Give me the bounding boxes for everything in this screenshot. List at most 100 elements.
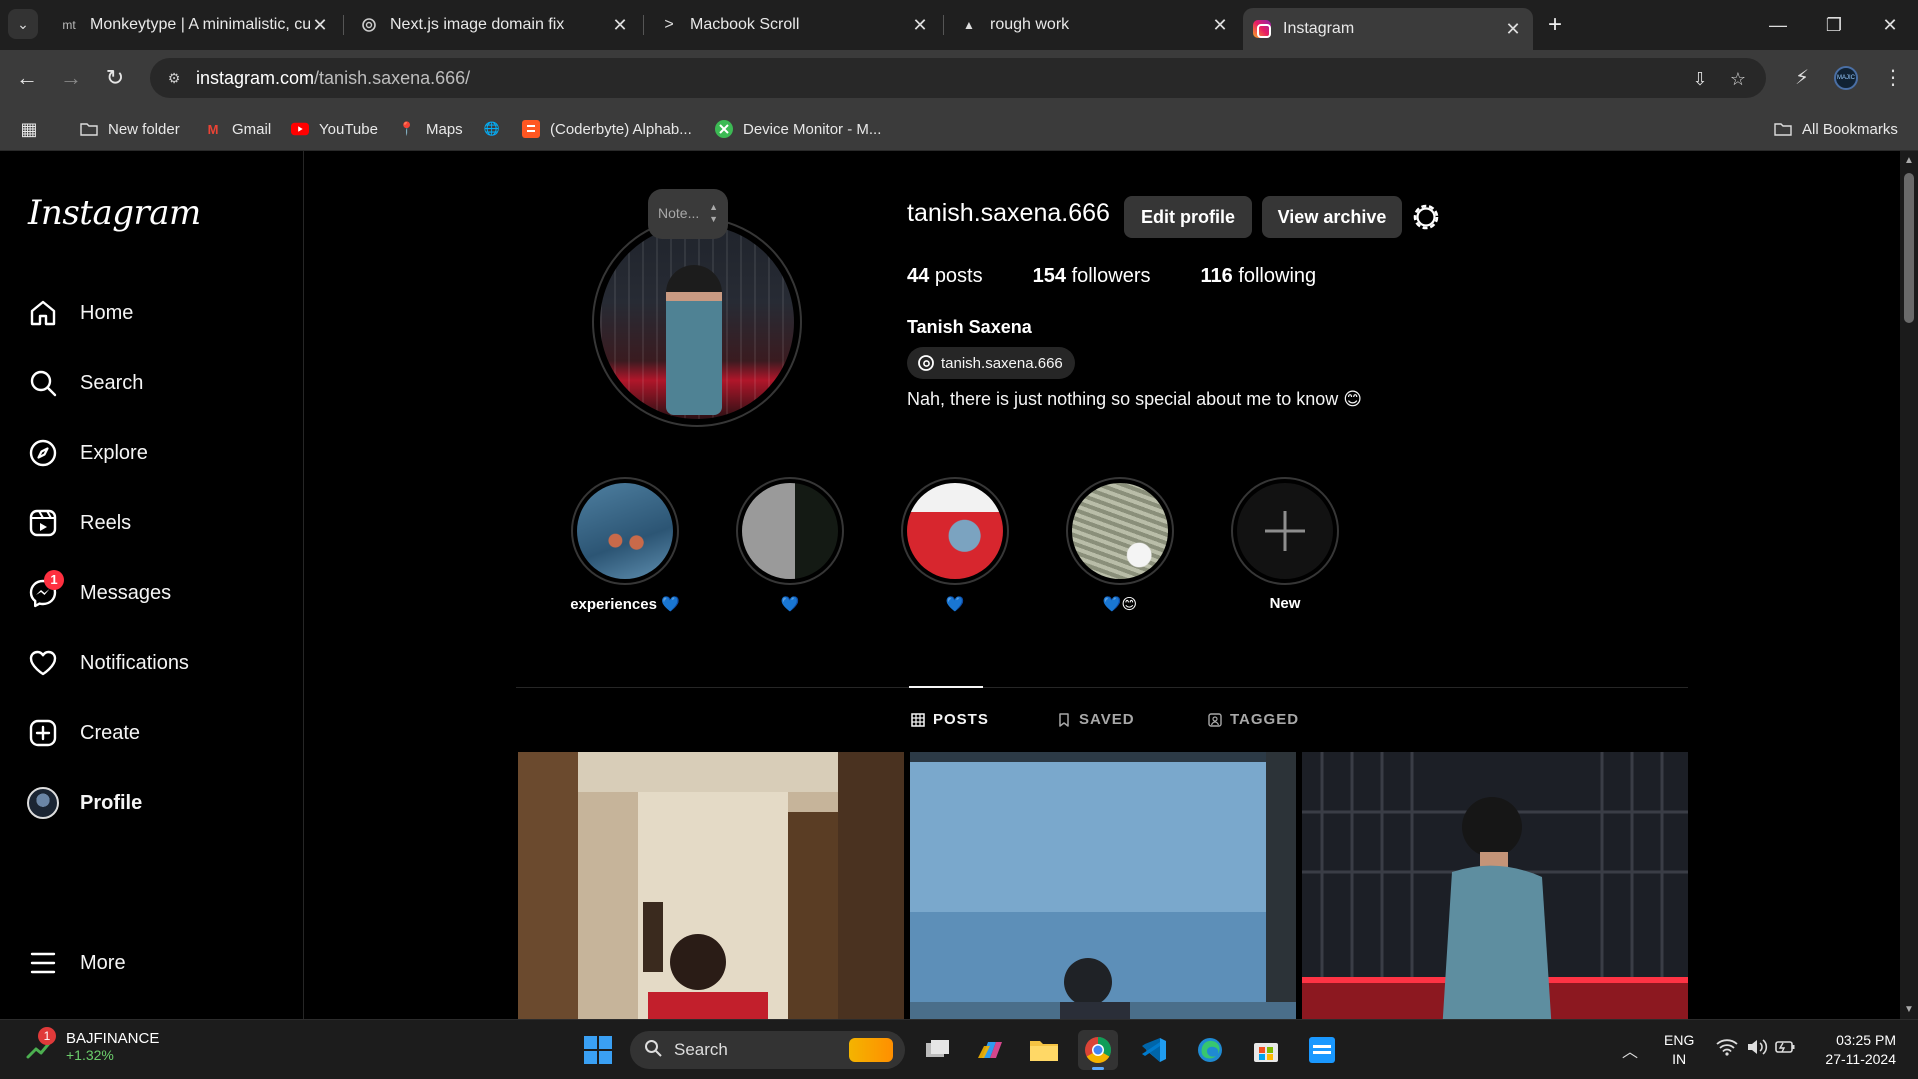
nav-create[interactable]: Create (26, 711, 286, 755)
extensions-icon[interactable]: ⚡ (1787, 63, 1817, 93)
highlight-image (742, 483, 838, 579)
posts-count[interactable]: 44 posts (907, 265, 983, 288)
post-thumbnail[interactable] (910, 752, 1296, 1019)
battery-icon[interactable] (1774, 1038, 1796, 1061)
address-bar[interactable]: ⚙ instagram.com/tanish.saxena.666/ ⇩ ☆ (150, 58, 1766, 98)
plus-square-icon (26, 716, 60, 750)
nav-label: Profile (80, 791, 143, 814)
bookmark-label: Maps (426, 120, 463, 138)
microsoft-store-icon[interactable] (1246, 1030, 1286, 1070)
close-icon[interactable]: ✕ (1503, 19, 1523, 40)
nav-search[interactable]: Search (26, 361, 286, 405)
install-app-icon[interactable]: ⇩ (1688, 67, 1712, 91)
post-thumbnail[interactable] (1302, 752, 1688, 1019)
following-count[interactable]: 116 following (1200, 265, 1316, 288)
stock-change: +1.32% (66, 1047, 114, 1063)
restore-button[interactable]: ❐ (1810, 10, 1858, 40)
nav-more[interactable]: More (26, 941, 286, 985)
vscode-icon[interactable] (1134, 1030, 1174, 1070)
highlight-4[interactable]: 💙😊 (1055, 477, 1185, 613)
view-archive-button[interactable]: View archive (1262, 196, 1402, 238)
scroll-up-icon[interactable]: ▲ (1900, 155, 1918, 166)
nav-profile[interactable]: Profile (26, 781, 286, 825)
browser-tabstrip: ⌄ mt Monkeytype | A minimalistic, cu ✕ N… (0, 0, 1918, 50)
edit-profile-button[interactable]: Edit profile (1124, 196, 1252, 238)
profile-avatar[interactable]: MAJIC (1834, 66, 1858, 90)
tab-label: SAVED (1079, 711, 1135, 728)
search-label: Search (674, 1040, 728, 1059)
tab-search-button[interactable]: ⌄ (8, 9, 38, 39)
nav-reels[interactable]: Reels (26, 501, 286, 545)
followers-count[interactable]: 154 followers (1033, 265, 1151, 288)
nav-messages[interactable]: 1 Messages (26, 570, 286, 615)
copilot-icon[interactable] (970, 1030, 1010, 1070)
nav-label: Create (80, 721, 141, 744)
close-icon[interactable]: ✕ (910, 15, 930, 36)
nav-label: Home (80, 301, 134, 324)
forward-button[interactable]: → (56, 63, 86, 93)
threads-link[interactable]: tanish.saxena.666 (907, 347, 1075, 379)
taskbar-search[interactable]: Search (630, 1031, 905, 1069)
note-bubble[interactable]: Note... ▲ ▼ (648, 189, 728, 239)
close-window-button[interactable]: ✕ (1866, 10, 1914, 40)
post-thumbnail[interactable] (518, 752, 904, 1019)
tab-separator (343, 15, 344, 35)
highlight-2[interactable]: 💙 (725, 477, 855, 613)
bookmark-youtube[interactable]: YouTube (291, 118, 378, 140)
tab-tagged[interactable]: TAGGED (1208, 711, 1299, 728)
nav-notifications[interactable]: Notifications (26, 641, 286, 685)
profile-picture[interactable] (592, 217, 802, 427)
nav-home[interactable]: Home (26, 291, 286, 335)
system-clock[interactable]: 03:25 PM 27-11-2024 (1800, 1031, 1896, 1069)
close-icon[interactable]: ✕ (1210, 15, 1230, 36)
task-view-icon[interactable] (918, 1030, 958, 1070)
volume-icon[interactable] (1746, 1038, 1768, 1061)
language-indicator[interactable]: ENG IN (1664, 1031, 1694, 1069)
close-icon[interactable]: ✕ (310, 15, 330, 36)
all-bookmarks[interactable]: All Bookmarks (1774, 118, 1898, 140)
file-explorer-icon[interactable] (1024, 1030, 1064, 1070)
bookmark-gmail[interactable]: M Gmail (204, 118, 272, 140)
tab-instagram[interactable]: Instagram ✕ (1243, 8, 1533, 50)
settings-gear-icon[interactable] (1409, 200, 1443, 234)
apps-grid-icon[interactable]: ▦ (20, 118, 48, 140)
site-info-icon[interactable]: ⚙ (164, 68, 184, 88)
prime-video-icon[interactable] (1302, 1030, 1342, 1070)
tabs-divider (516, 687, 1688, 688)
close-icon[interactable]: ✕ (610, 15, 630, 36)
instagram-logo[interactable]: Instagram (28, 193, 201, 233)
back-button[interactable]: ← (12, 63, 42, 93)
bookmark-new-folder[interactable]: New folder (80, 118, 180, 140)
stock-widget[interactable]: 1 BAJFINANCE +1.32% (24, 1026, 159, 1063)
tab-saved[interactable]: SAVED (1057, 711, 1135, 728)
tab-macbook-scroll[interactable]: > Macbook Scroll ✕ (650, 9, 940, 41)
chrome-icon[interactable] (1078, 1030, 1118, 1070)
wifi-icon[interactable] (1716, 1038, 1738, 1061)
bookmark-globe[interactable]: 🌐 (483, 118, 511, 140)
bookmark-maps[interactable]: 📍 Maps (398, 118, 463, 140)
reload-button[interactable]: ↻ (100, 63, 130, 93)
highlight-3[interactable]: 💙 (890, 477, 1020, 613)
menu-dots-icon[interactable]: ⋮ (1878, 63, 1908, 93)
minimize-button[interactable]: — (1754, 10, 1802, 40)
device-monitor-icon (715, 120, 733, 138)
highlight-experiences[interactable]: experiences 💙 (560, 477, 690, 613)
page-scrollbar[interactable]: ▲ ▼ (1900, 151, 1918, 1019)
bookmark-coderbyte[interactable]: (Coderbyte) Alphab... (522, 118, 692, 140)
tab-nextjs[interactable]: Next.js image domain fix ✕ (350, 9, 640, 41)
bookmark-label: Device Monitor - M... (743, 120, 882, 138)
new-tab-button[interactable]: + (1540, 10, 1570, 40)
scroll-down-icon[interactable]: ▼ (1900, 1004, 1918, 1015)
tab-posts[interactable]: POSTS (911, 711, 989, 728)
tab-rough-work[interactable]: ▲ rough work ✕ (950, 9, 1240, 41)
bookmark-star-icon[interactable]: ☆ (1726, 67, 1750, 91)
edge-icon[interactable] (1190, 1030, 1230, 1070)
scrollbar-thumb[interactable] (1904, 173, 1914, 323)
highlight-new[interactable]: New (1220, 477, 1350, 612)
tab-monkeytype[interactable]: mt Monkeytype | A minimalistic, cu ✕ (50, 9, 340, 41)
bookmark-device-monitor[interactable]: Device Monitor - M... (715, 118, 881, 140)
show-hidden-icons[interactable]: ︿ (1622, 1038, 1638, 1062)
windows-start-icon[interactable] (578, 1030, 618, 1070)
nav-explore[interactable]: Explore (26, 431, 286, 475)
url-text[interactable]: instagram.com/tanish.saxena.666/ (196, 68, 470, 89)
